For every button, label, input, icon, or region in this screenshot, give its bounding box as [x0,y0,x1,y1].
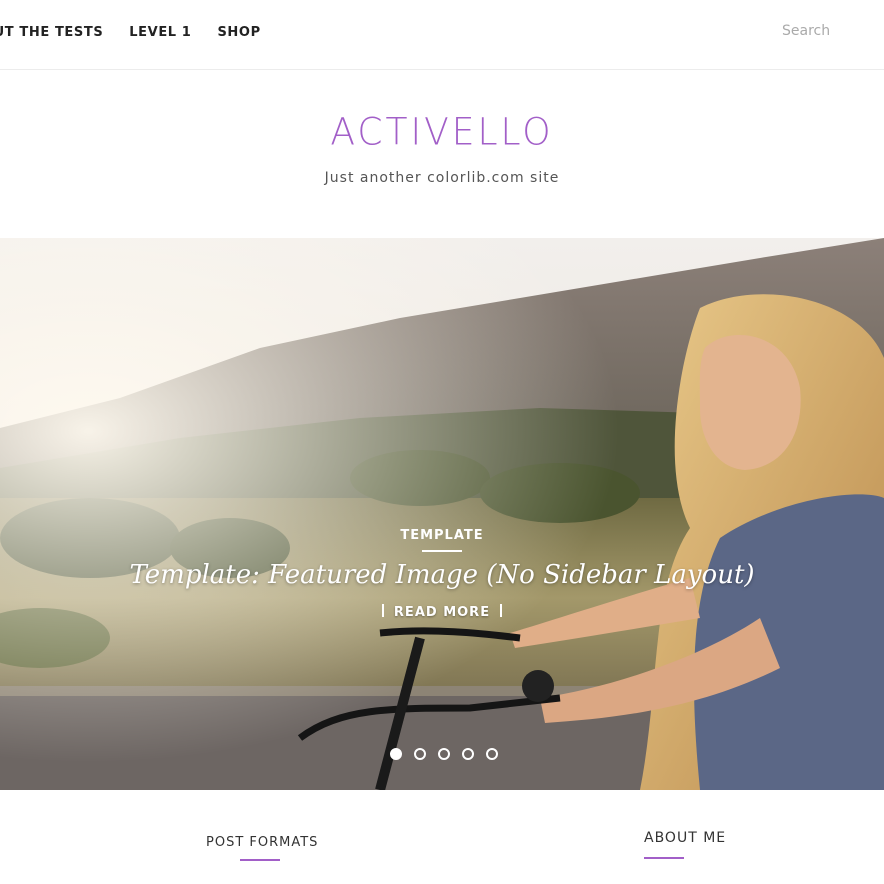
slider-dot-1[interactable] [390,748,402,760]
left-bar [381,604,384,617]
slider-dot-5[interactable] [486,748,498,760]
hero-caption: TEMPLATE Template: Featured Image (No Si… [0,528,884,620]
search-input[interactable] [760,16,870,46]
read-more-label: READ MORE [393,605,491,620]
read-more-button[interactable]: READ MORE [372,604,512,620]
post-formats-underline [240,859,280,861]
right-bar [500,604,503,617]
slider-dot-3[interactable] [438,748,450,760]
nav-item-about-the-tests[interactable]: OUT THE TESTS [0,25,103,40]
site-branding: ACTIVELLO [0,111,884,154]
nav-item-shop[interactable]: SHOP [217,25,260,40]
slider-dots [390,748,498,760]
about-me-heading: ABOUT ME [644,830,727,846]
post-category[interactable]: TEMPLATE [0,528,884,543]
hero-slider[interactable]: TEMPLATE Template: Featured Image (No Si… [0,238,884,790]
hero-title[interactable]: Template: Featured Image (No Sidebar Lay… [0,560,884,590]
slider-dot-2[interactable] [414,748,426,760]
nav-item-level-1[interactable]: LEVEL 1 [129,25,191,40]
hero-photo [0,238,884,790]
main-menu: OUT THE TESTS LEVEL 1 SHOP [0,25,261,40]
site-title[interactable]: ACTIVELLO [330,111,553,154]
post-formats-heading[interactable]: POST FORMATS [206,835,318,850]
about-me-underline [644,857,684,859]
site-tagline: Just another colorlib.com site [324,170,560,186]
top-navigation: OUT THE TESTS LEVEL 1 SHOP [0,0,884,70]
category-underline [422,550,462,552]
slider-dot-4[interactable] [462,748,474,760]
